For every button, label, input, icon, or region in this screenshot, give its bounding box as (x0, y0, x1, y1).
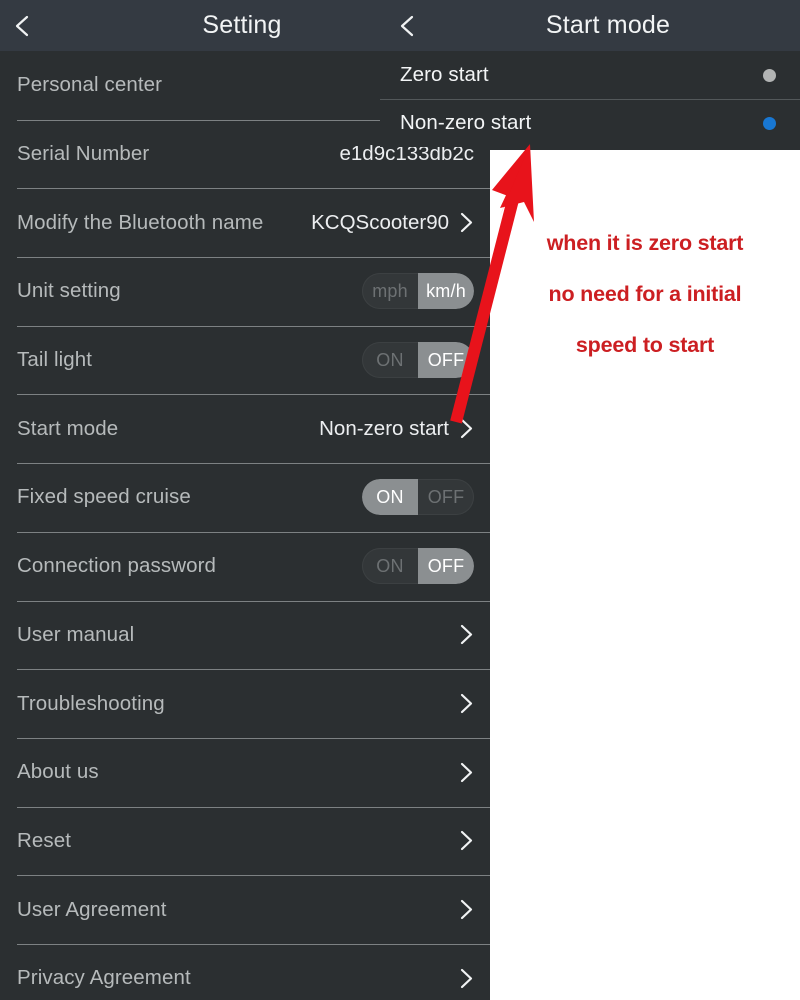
setting-row-label: Unit setting (17, 279, 121, 303)
setting-row[interactable]: Connection password ON OFF (0, 531, 490, 601)
setting-row-label: Fixed speed cruise (17, 485, 191, 509)
setting-row[interactable]: Modify the Bluetooth name KCQScooter90 (0, 188, 490, 257)
start-mode-option-label: Non-zero start (400, 111, 532, 134)
setting-row[interactable]: User Agreement (0, 875, 490, 944)
segmented-toggle[interactable]: ON OFF (362, 548, 474, 585)
setting-row[interactable]: Tail light ON OFF (0, 325, 490, 395)
chevron-right-icon (459, 417, 474, 440)
setting-row-label: Serial Number (17, 142, 150, 166)
settings-list: Personal center Serial Number e1d9c133db2c… (0, 51, 490, 1000)
chevron-right-icon (459, 692, 474, 715)
setting-row-value: KCQScooter90 (311, 210, 449, 234)
segmented-toggle[interactable]: ON OFF (362, 342, 474, 379)
setting-row-control: ON OFF (362, 548, 474, 585)
start-mode-option-row[interactable]: Zero start (380, 51, 800, 99)
segmented-toggle[interactable]: ON OFF (362, 479, 474, 516)
annotation-line: when it is zero start (546, 231, 744, 255)
chevron-right-icon (459, 623, 474, 646)
setting-row-control (459, 829, 474, 852)
segmented-option[interactable]: OFF (418, 342, 474, 379)
segmented-option[interactable]: OFF (418, 548, 474, 585)
annotation-line: speed to start (575, 333, 715, 357)
setting-row-control: ON OFF (362, 479, 474, 516)
setting-row-control (459, 623, 474, 646)
setting-row-control: KCQScooter90 (311, 211, 474, 235)
segmented-option[interactable]: km/h (418, 273, 474, 310)
setting-row-label: Modify the Bluetooth name (17, 210, 264, 234)
start-mode-header: Start mode (380, 0, 800, 51)
segmented-option[interactable]: ON (362, 479, 418, 516)
app-screen: Personal center Serial Number e1d9c133db2c… (0, 0, 800, 1000)
setting-row-label: Connection password (17, 554, 217, 578)
setting-row-control: Non-zero start (319, 417, 474, 441)
start-mode-title: Start mode (545, 11, 671, 39)
setting-row-label: Personal center (17, 73, 163, 97)
setting-row[interactable]: User manual (0, 600, 490, 670)
chevron-right-icon (459, 829, 474, 852)
setting-row-label: User Agreement (17, 897, 167, 921)
setting-row-control (459, 967, 474, 990)
setting-row[interactable]: Privacy Agreement (0, 943, 490, 1000)
segmented-option[interactable]: ON (362, 342, 418, 378)
setting-row-label: Start mode (17, 416, 119, 440)
setting-row[interactable]: Reset (0, 806, 490, 876)
start-mode-panel: Zero start Non-zero start Start mode (380, 0, 800, 150)
chevron-right-icon (459, 761, 474, 784)
start-mode-option-row[interactable]: Non-zero start (380, 99, 800, 147)
setting-row-control (459, 761, 474, 784)
segmented-option[interactable]: ON (362, 548, 418, 584)
setting-row-control (459, 898, 474, 921)
segmented-option[interactable]: OFF (418, 479, 474, 515)
setting-row-label: User manual (17, 622, 135, 646)
setting-row-label: Troubleshooting (17, 691, 165, 715)
setting-row[interactable]: Start mode Non-zero start (0, 394, 490, 463)
annotation-text: when it is zero start no need for a initi… (490, 218, 800, 371)
radio-unselected-icon[interactable] (763, 68, 776, 82)
segmented-option[interactable]: mph (362, 273, 418, 309)
setting-row-control: ON OFF (362, 342, 474, 379)
setting-row-control: mph km/h (362, 273, 474, 310)
setting-row[interactable]: Unit setting mph km/h (0, 257, 490, 326)
setting-row[interactable]: Fixed speed cruise ON OFF (0, 463, 490, 532)
chevron-right-icon (459, 967, 474, 990)
annotation-line: no need for a initial (548, 282, 742, 306)
setting-row-label: Tail light (17, 348, 93, 372)
chevron-right-icon (459, 211, 474, 234)
setting-row-value: Non-zero start (319, 416, 449, 440)
setting-row-label: Reset (17, 828, 72, 852)
start-mode-option-label: Zero start (400, 63, 489, 86)
segmented-toggle[interactable]: mph km/h (362, 273, 474, 310)
setting-row-label: Privacy Agreement (17, 966, 191, 990)
setting-row[interactable]: Troubleshooting (0, 669, 490, 738)
setting-row-label: About us (17, 760, 99, 784)
start-mode-options: Zero start Non-zero start (380, 51, 800, 147)
setting-row-control (459, 692, 474, 715)
chevron-right-icon (459, 898, 474, 921)
radio-selected-icon[interactable] (763, 116, 776, 130)
annotation-overlay: when it is zero start no need for a initi… (490, 150, 800, 1000)
setting-row[interactable]: About us (0, 737, 490, 807)
